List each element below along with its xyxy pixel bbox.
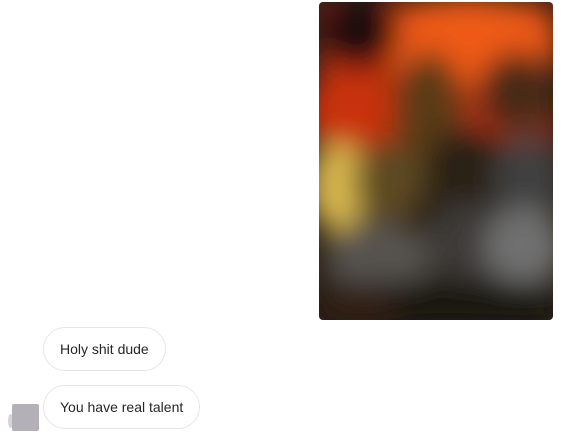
photo-message[interactable] (319, 2, 553, 320)
message-text: Holy shit dude (60, 341, 149, 357)
blurred-photo-image (319, 2, 553, 320)
sender-avatar[interactable] (12, 404, 39, 431)
message-bubble[interactable]: You have real talent (43, 385, 201, 429)
chat-thread: Holy shit dude You have real talent (0, 0, 563, 433)
message-bubble[interactable]: Holy shit dude (43, 327, 166, 371)
message-text: You have real talent (60, 399, 184, 415)
